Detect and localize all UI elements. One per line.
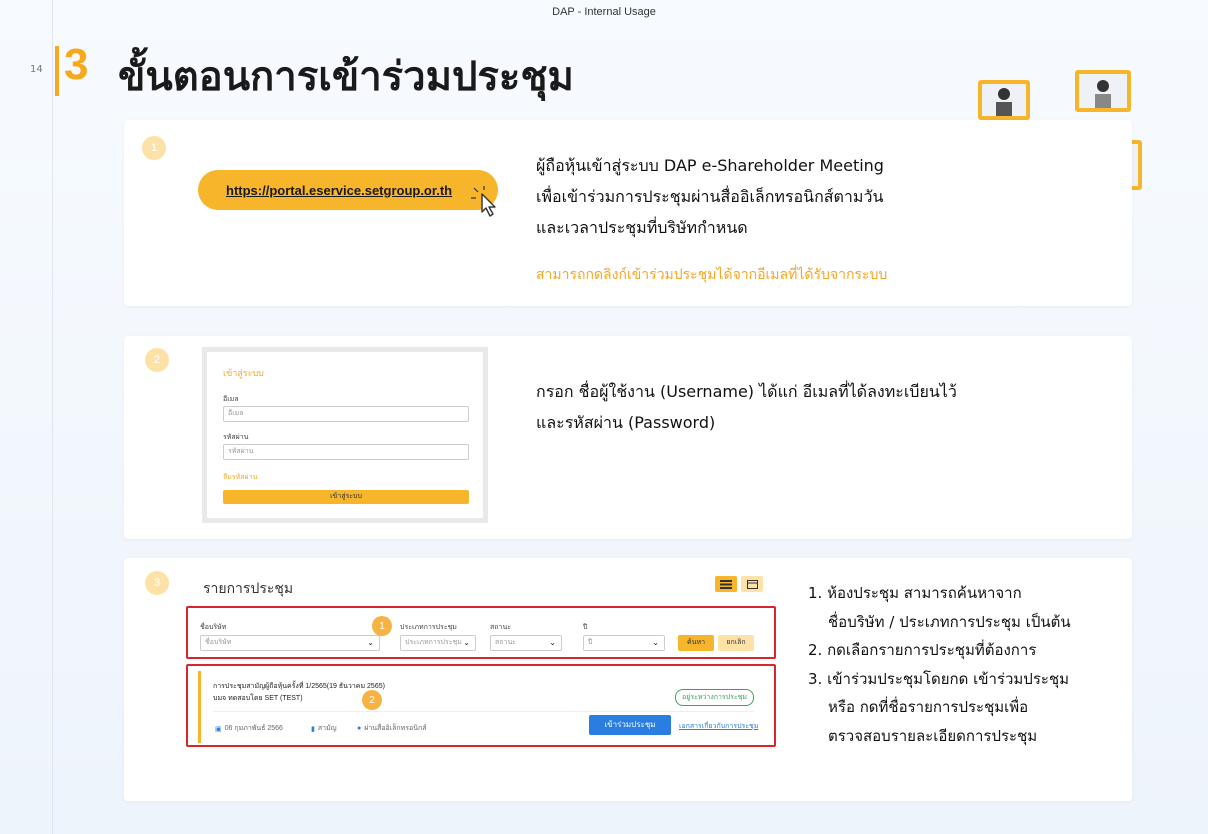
step-1-description: ผู้ถือหุ้นเข้าสู่ระบบ DAP e-Shareholder … bbox=[536, 150, 884, 243]
password-field[interactable]: รหัสผ่าน bbox=[223, 444, 469, 460]
instruction-line: ตรวจสอบรายละเอียดการประชุม bbox=[828, 726, 1038, 745]
type-filter-label: ประเภทการประชุม bbox=[400, 624, 457, 631]
type-filter-value: ประเภทการประชุม bbox=[405, 639, 462, 646]
meeting-list-title: รายการประชุม bbox=[203, 581, 294, 597]
filter-highlight-box: ชื่อบริษัท ชื่อบริษัท ⌄ ประเภทการประชุม … bbox=[186, 606, 776, 659]
status-filter-select[interactable]: สถานะ ⌄ bbox=[490, 635, 562, 651]
year-filter-select[interactable]: ปี ⌄ bbox=[583, 635, 665, 651]
meeting-documents-link[interactable]: เอกสารเกี่ยวกับการประชุม bbox=[679, 721, 758, 732]
step-3-badge: 3 bbox=[145, 571, 169, 595]
meeting-company: บมจ ทดสอบโดย SET (TEST) bbox=[213, 695, 303, 702]
meeting-type: ▮ สามัญ bbox=[311, 723, 337, 734]
login-title: เข้าสู่ระบบ bbox=[223, 368, 264, 378]
search-button[interactable]: ค้นหา bbox=[678, 635, 714, 651]
step-1-desc-line: ผู้ถือหุ้นเข้าสู่ระบบ DAP e-Shareholder … bbox=[536, 156, 884, 175]
step-2-badge: 2 bbox=[145, 348, 169, 372]
chevron-down-icon: ⌄ bbox=[367, 638, 374, 647]
meeting-location-text: ผ่านสื่ออิเล็กทรอนิกส์ bbox=[364, 725, 427, 732]
company-filter-value: ชื่อบริษัท bbox=[205, 639, 232, 646]
login-form-mockup: เข้าสู่ระบบ อีเมล อีเมล รหัสผ่าน รหัสผ่า… bbox=[202, 347, 488, 523]
step-1-badge: 1 bbox=[142, 136, 166, 160]
email-field[interactable]: อีเมล bbox=[223, 406, 469, 422]
step-1-desc-line: เพื่อเข้าร่วมการประชุมผ่านสื่ออิเล็กทรอน… bbox=[536, 187, 884, 206]
left-divider bbox=[52, 0, 53, 834]
meeting-status-badge: อยู่ระหว่างการประชุม bbox=[675, 689, 754, 706]
join-meeting-button[interactable]: เข้าร่วมประชุม bbox=[589, 715, 671, 735]
callout-badge-2: 2 bbox=[362, 690, 382, 710]
classification-banner: DAP - Internal Usage bbox=[552, 6, 656, 18]
location-pin-icon: ● bbox=[357, 725, 362, 732]
chevron-down-icon: ⌄ bbox=[652, 638, 659, 647]
company-filter-select[interactable]: ชื่อบริษัท ⌄ bbox=[200, 635, 380, 651]
meeting-date-text: 06 กุมภาพันธ์ 2566 bbox=[224, 725, 283, 732]
email-label: อีเมล bbox=[223, 396, 239, 403]
section-number: 3 bbox=[64, 40, 89, 89]
callout-badge-1: 1 bbox=[372, 616, 392, 636]
chevron-down-icon: ⌄ bbox=[463, 638, 470, 647]
step-1-desc-line: และเวลาประชุมที่บริษัทกำหนด bbox=[536, 218, 748, 237]
list-view-icon[interactable] bbox=[715, 576, 737, 592]
year-filter-value: ปี bbox=[588, 639, 593, 646]
status-filter-label: สถานะ bbox=[490, 624, 511, 631]
year-filter-label: ปี bbox=[583, 624, 588, 631]
meeting-divider bbox=[213, 711, 754, 712]
meeting-location: ● ผ่านสื่ออิเล็กทรอนิกส์ bbox=[357, 723, 427, 734]
meeting-type-text: สามัญ bbox=[317, 725, 337, 732]
step-2-desc-line: กรอก ชื่อผู้ใช้งาน (Username) ได้แก่ อีเ… bbox=[536, 382, 957, 401]
meeting-date: ▣ 06 กุมภาพันธ์ 2566 bbox=[215, 723, 283, 734]
forgot-password-link[interactable]: ลืมรหัสผ่าน bbox=[223, 472, 257, 483]
status-filter-value: สถานะ bbox=[495, 639, 516, 646]
instruction-line: 1. ห้องประชุม สามารถค้นหาจาก bbox=[808, 584, 1022, 602]
page-number: 14 bbox=[30, 64, 43, 75]
page-title: ขั้นตอนการเข้าร่วมประชุม bbox=[118, 54, 574, 100]
calendar-view-icon[interactable] bbox=[741, 576, 763, 592]
instruction-line: ชื่อบริษัท / ประเภทการประชุม เป็นต้น bbox=[828, 612, 1071, 631]
calendar-icon: ▣ bbox=[215, 725, 222, 733]
click-cursor-icon bbox=[471, 186, 496, 217]
company-filter-label: ชื่อบริษัท bbox=[200, 624, 227, 631]
step-2-desc-line: และรหัสผ่าน (Password) bbox=[536, 413, 716, 432]
title-accent-bar bbox=[55, 46, 59, 96]
instruction-line: หรือ กดที่ชื่อรายการประชุมเพื่อ bbox=[828, 698, 1029, 716]
meeting-list-item[interactable]: การประชุมสามัญผู้ถือหุ้นครั้งที่ 1/2565(… bbox=[198, 671, 764, 743]
chevron-down-icon: ⌄ bbox=[549, 638, 556, 647]
instruction-line: 3. เข้าร่วมประชุมโดยกด เข้าร่วมประชุม bbox=[808, 669, 1070, 688]
portal-url-link[interactable]: https://portal.eservice.setgroup.or.th bbox=[198, 170, 498, 210]
login-submit-button[interactable]: เข้าสู่ระบบ bbox=[223, 490, 469, 504]
instruction-line: 2. กดเลือกรายการประชุมที่ต้องการ bbox=[808, 641, 1037, 659]
password-label: รหัสผ่าน bbox=[223, 434, 249, 441]
type-filter-select[interactable]: ประเภทการประชุม ⌄ bbox=[400, 635, 476, 651]
document-icon: ▮ bbox=[311, 725, 315, 733]
step-3-instructions: 1. ห้องประชุม สามารถค้นหาจาก ชื่อบริษัท … bbox=[808, 579, 1071, 750]
meeting-item-highlight-box: การประชุมสามัญผู้ถือหุ้นครั้งที่ 1/2565(… bbox=[186, 664, 776, 747]
step-1-note: สามารถกดลิงก์เข้าร่วมประชุมได้จากอีเมลที… bbox=[536, 267, 888, 283]
meeting-name-link[interactable]: การประชุมสามัญผู้ถือหุ้นครั้งที่ 1/2565(… bbox=[213, 681, 385, 692]
cancel-button[interactable]: ยกเลิก bbox=[718, 635, 754, 651]
step-2-description: กรอก ชื่อผู้ใช้งาน (Username) ได้แก่ อีเ… bbox=[536, 376, 957, 438]
